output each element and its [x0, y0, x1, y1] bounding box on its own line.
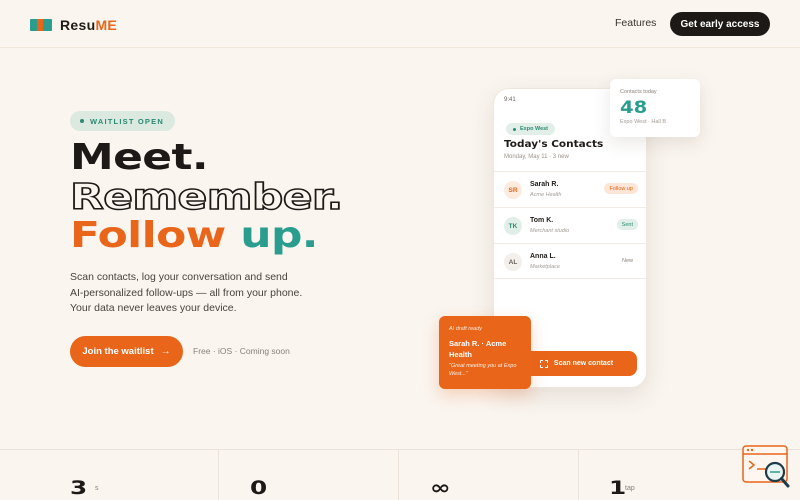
headline-meet: Meet. [70, 137, 209, 178]
contacts-today-location: Expo West · Hall B [620, 119, 667, 125]
contact-company: Marketplace [530, 264, 560, 270]
arrow-right-icon: → [160, 346, 171, 357]
get-early-access-button[interactable]: Get early access [670, 12, 770, 36]
phone-status-time: 9:41 [504, 97, 516, 103]
nav-link-features[interactable]: Features [615, 17, 656, 29]
ai-draft-label: AI draft ready [449, 326, 483, 332]
contact-row[interactable]: AL Anna L. Marketplace New [494, 243, 646, 279]
ai-draft-quote: "Great meeting you at Expo West..." [449, 363, 517, 377]
contacts-date: Monday, May 11 · 3 new [504, 154, 569, 160]
headline-remember: Remember. [69, 177, 344, 218]
stat-unit: tap [625, 485, 635, 492]
join-waitlist-button[interactable]: Join the waitlist → [70, 336, 183, 367]
stat-value: 3 [70, 477, 88, 499]
status-dot-icon [80, 119, 84, 123]
scan-new-contact-button[interactable]: Scan new contact [516, 351, 637, 376]
headline-follow-up: Follow up. [70, 215, 318, 256]
contact-name: Sarah R. [530, 181, 559, 188]
contact-row[interactable]: SR Sarah R. Acme Health Follow up [494, 171, 646, 207]
stat-column [0, 450, 219, 500]
stat-value: 0 [250, 477, 268, 499]
stat-value: ∞ [430, 477, 451, 499]
avatar: TK [504, 217, 522, 235]
status-badge: Follow up [604, 183, 638, 194]
stat-column [399, 450, 579, 500]
stat-column [219, 450, 399, 500]
brand-logo[interactable]: ResuME [30, 17, 117, 33]
avatar: SR [504, 181, 522, 199]
status-badge: Sent [616, 219, 638, 230]
status-badge: New [621, 257, 633, 264]
contact-company: Acme Health [530, 192, 562, 198]
hero-description: Scan contacts, log your conversation and… [70, 271, 303, 314]
contacts-today-value: 48 [620, 98, 648, 118]
event-dot-icon [513, 127, 516, 131]
contacts-today-label: Contacts today [620, 89, 657, 95]
scan-icon [539, 359, 548, 368]
waitlist-badge-label: WAITLIST OPEN [90, 116, 164, 126]
stat-value: 1 [609, 477, 627, 499]
contacts-title: Today's Contacts [504, 139, 604, 150]
logo-mark-icon [30, 19, 52, 31]
contacts-today-card: Contacts today 48 Expo West · Hall B [610, 79, 700, 137]
inspector-widget-icon[interactable] [742, 445, 792, 490]
contact-company: Merchant studio [530, 228, 570, 234]
contact-name: Tom K. [530, 217, 554, 224]
site-header: ResuME Features Get early access [0, 0, 800, 48]
brand-name: ResuME [60, 17, 118, 33]
contact-row[interactable]: TK Tom K. Merchant studio Sent [494, 207, 646, 243]
ai-draft-recipient: Sarah R. · Acme Health [449, 339, 507, 359]
stat-unit: s [95, 485, 99, 492]
event-pill: Expo West [506, 123, 556, 135]
waitlist-badge: WAITLIST OPEN [70, 111, 175, 131]
availability-note: Free · iOS · Coming soon [193, 346, 290, 356]
avatar: AL [504, 253, 522, 271]
contact-name: Anna L. [530, 253, 556, 260]
ai-draft-card: AI draft ready Sarah R. · Acme Health "G… [439, 316, 531, 389]
